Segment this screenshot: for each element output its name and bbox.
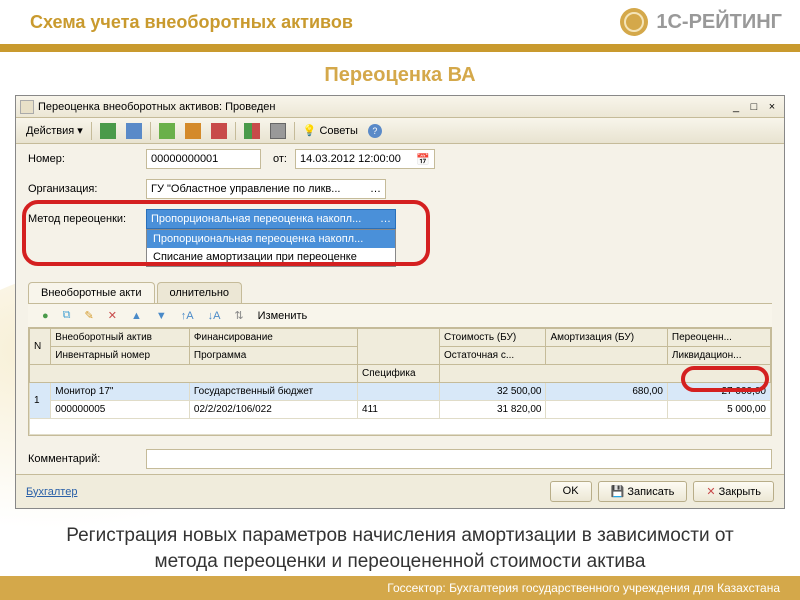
comment-label: Комментарий: (28, 453, 138, 465)
col-reval[interactable]: Переоценн... (667, 329, 770, 347)
ok-button[interactable]: OK (550, 481, 592, 502)
tabs: Внеоборотные акти олнительно (16, 274, 784, 303)
actions-dropdown[interactable]: Действия▾ (22, 121, 87, 141)
table-row-empty (30, 419, 771, 435)
toolbar-structure-icon[interactable] (181, 121, 205, 141)
fill-button[interactable]: ⇅ (230, 306, 247, 326)
chevron-down-icon: ▾ (77, 124, 83, 137)
method-row: Метод переоценки: Пропорциональная перео… (16, 204, 784, 234)
method-dropdown[interactable]: Пропорциональная переоценка накопл...… П… (146, 209, 396, 229)
col-cost[interactable]: Стоимость (БУ) (439, 329, 545, 347)
close-icon: ✕ (706, 486, 715, 498)
comment-row: Комментарий: (16, 444, 784, 474)
cell-spec: 411 (358, 401, 440, 419)
brand-text: 1С-РЕЙТИНГ (656, 11, 782, 34)
toolbar-save-icon[interactable] (122, 121, 146, 141)
table-row[interactable]: 1 Монитор 17" Государственный бюджет 32 … (30, 383, 771, 401)
cell-prog: 02/2/202/106/022 (189, 401, 357, 419)
method-dropdown-list: Пропорциональная переоценка накопл... Сп… (146, 229, 396, 267)
window-icon (20, 100, 34, 114)
footer-text: Госсектор: Бухгалтерия государственного … (387, 581, 780, 595)
close-button[interactable]: ✕ Закрыть (693, 481, 774, 502)
user-link[interactable]: Бухгалтер (26, 486, 77, 498)
cell-fin: Государственный бюджет (189, 383, 357, 401)
bulb-icon: 💡 (303, 124, 317, 137)
calendar-icon[interactable]: 📅 (416, 153, 430, 166)
sort-desc-icon[interactable]: ↓A (204, 306, 225, 326)
cell-rest: 31 820,00 (439, 401, 545, 419)
dropdown-option-2[interactable]: Списание амортизации при переоценке (147, 248, 395, 266)
copy-row-icon[interactable]: ⧉ (59, 306, 75, 326)
help-icon: ? (368, 124, 382, 138)
main-toolbar: Действия▾ 💡Советы ? (16, 118, 784, 144)
help-button[interactable]: ? (364, 121, 386, 141)
toolbar-register-icon[interactable] (207, 121, 231, 141)
sort-asc-icon[interactable]: ↑A (177, 306, 198, 326)
col-spec (358, 329, 440, 365)
brand-logo-icon (620, 8, 648, 36)
section-title: Переоценка ВА (0, 64, 800, 87)
titlebar: Переоценка внеоборотных активов: Проведе… (16, 96, 784, 118)
dialog-window: Переоценка внеоборотных активов: Проведе… (15, 95, 785, 509)
org-row: Организация: ГУ "Областное управление по… (16, 174, 784, 204)
bottom-bar: Бухгалтер OK 💾 Записать ✕ Закрыть (16, 474, 784, 508)
save-icon: 💾 (611, 486, 625, 498)
dropdown-option-1[interactable]: Пропорциональная переоценка накопл... (147, 230, 395, 248)
tab-assets[interactable]: Внеоборотные акти (28, 282, 155, 303)
tips-button[interactable]: 💡Советы (299, 121, 362, 141)
col-prog[interactable]: Программа (189, 347, 357, 365)
number-input[interactable]: 00000000001 (146, 149, 261, 169)
edit-row-icon[interactable]: ✎ (81, 306, 98, 326)
cell-asset: Монитор 17" (51, 383, 190, 401)
col-fin[interactable]: Финансирование (189, 329, 357, 347)
toolbar-report-icon[interactable] (266, 121, 290, 141)
comment-input[interactable] (146, 449, 772, 469)
cell-amort: 680,00 (546, 383, 667, 401)
date-input[interactable]: 14.03.2012 12:00:00📅 (295, 149, 435, 169)
cell-liq: 5 000,00 (667, 401, 770, 419)
col-asset[interactable]: Внеоборотный актив (51, 329, 190, 347)
number-row: Номер: 00000000001 от: 14.03.2012 12:00:… (16, 144, 784, 174)
change-button[interactable]: Изменить (254, 306, 312, 326)
minimize-button[interactable]: _ (728, 100, 744, 114)
grid-toolbar: ● ⧉ ✎ ✕ ▲ ▼ ↑A ↓A ⇅ Изменить (28, 303, 772, 327)
slide-header: Схема учета внеоборотных активов 1С-РЕЙТ… (0, 0, 800, 52)
ellipsis-icon: … (380, 213, 391, 225)
window-title: Переоценка внеоборотных активов: Проведе… (38, 101, 276, 113)
close-button[interactable]: × (764, 100, 780, 114)
table-row[interactable]: 000000005 02/2/202/106/022 411 31 820,00… (30, 401, 771, 419)
maximize-button[interactable]: □ (746, 100, 762, 114)
col-inv[interactable]: Инвентарный номер (51, 347, 190, 365)
toolbar-post-icon[interactable] (96, 121, 120, 141)
ellipsis-icon[interactable]: … (370, 183, 381, 195)
org-input[interactable]: ГУ "Областное управление по ликв...… (146, 179, 386, 199)
col-liq[interactable]: Ликвидацион... (667, 347, 770, 365)
toolbar-dt-kt-icon[interactable] (240, 121, 264, 141)
col-rest[interactable]: Остаточная с... (439, 347, 545, 365)
grid: N Внеоборотный актив Финансирование Стои… (28, 327, 772, 436)
footer: Госсектор: Бухгалтерия государственного … (0, 576, 800, 600)
move-up-icon[interactable]: ▲ (127, 306, 146, 326)
toolbar-refresh-icon[interactable] (155, 121, 179, 141)
cell-reval: 27 000,00 (667, 383, 770, 401)
add-row-icon[interactable]: ● (38, 306, 53, 326)
col-spec-label[interactable]: Специфика (358, 365, 440, 383)
brand: 1С-РЕЙТИНГ (620, 8, 782, 36)
col-amort[interactable]: Амортизация (БУ) (546, 329, 667, 347)
cell-n: 1 (30, 383, 51, 419)
move-down-icon[interactable]: ▼ (152, 306, 171, 326)
cell-inv: 000000005 (51, 401, 190, 419)
delete-row-icon[interactable]: ✕ (104, 306, 121, 326)
slide-title: Схема учета внеоборотных активов (30, 12, 353, 33)
date-label: от: (273, 153, 287, 165)
save-button[interactable]: 💾 Записать (598, 481, 688, 502)
caption-text: Регистрация новых параметров начисления … (0, 509, 800, 582)
method-label: Метод переоценки: (28, 213, 138, 225)
col-n[interactable]: N (30, 329, 51, 365)
org-label: Организация: (28, 183, 138, 195)
cell-cost: 32 500,00 (439, 383, 545, 401)
number-label: Номер: (28, 153, 138, 165)
tab-additional[interactable]: олнительно (157, 282, 243, 303)
